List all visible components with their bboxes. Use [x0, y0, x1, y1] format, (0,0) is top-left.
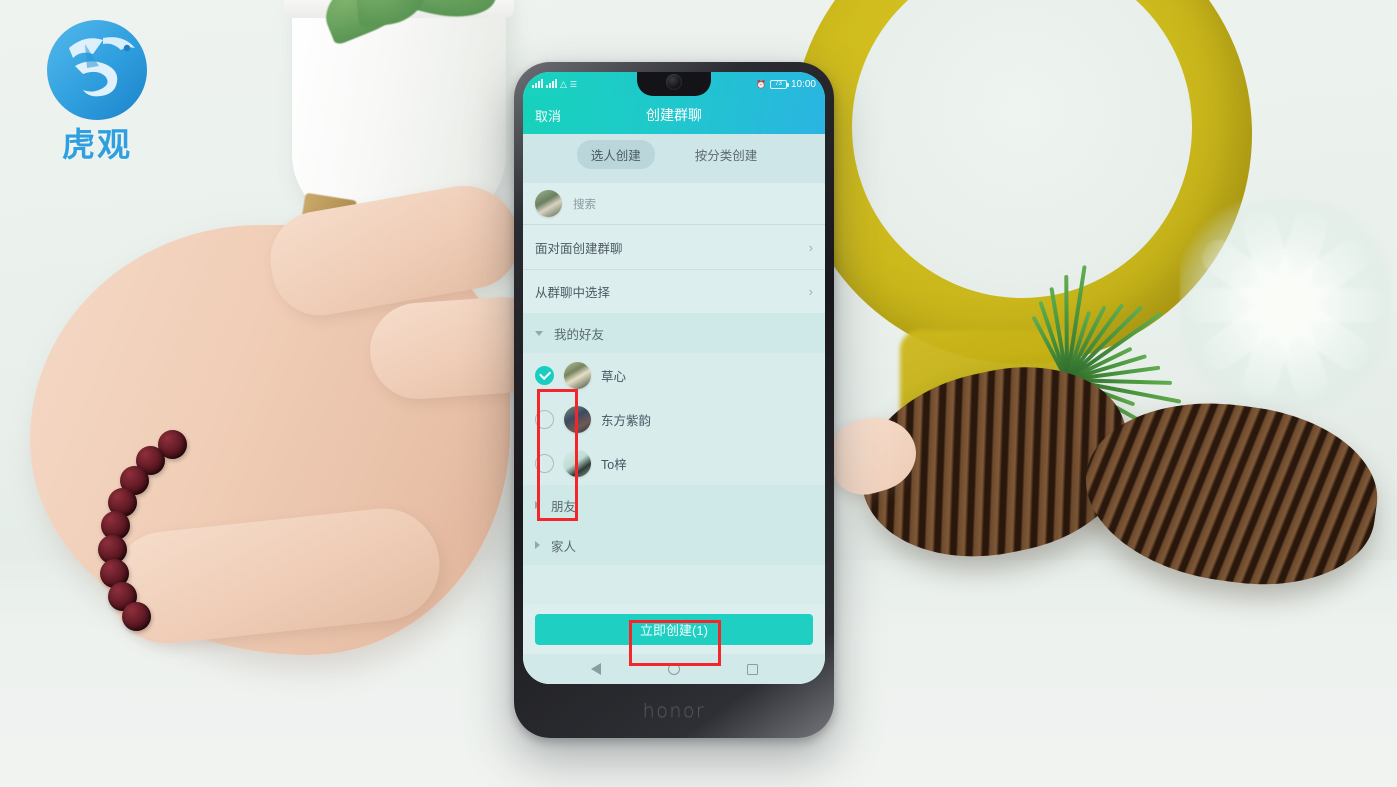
beaded-bracelet [96, 430, 246, 631]
contact-checkbox[interactable] [535, 453, 554, 473]
phone-chin: honor [514, 684, 834, 738]
cancel-button[interactable]: 取消 [535, 106, 561, 125]
contact-checkbox[interactable] [535, 409, 554, 429]
alarm-icon: ⏰ [756, 79, 766, 89]
tab-select-people[interactable]: 选人创建 [576, 139, 655, 169]
battery-level: 73 [775, 81, 782, 87]
watermark: 虎观 [32, 14, 162, 182]
contact-row[interactable]: To梓 [523, 441, 825, 485]
group-label: 我的好友 [554, 327, 605, 342]
home-icon[interactable] [667, 663, 680, 675]
action-select-from-group[interactable]: 从群聊中选择 › [523, 269, 825, 313]
page-title: 创建群聊 [646, 107, 702, 123]
avatar [564, 405, 591, 433]
status-bar-left: △ ☰ [532, 79, 577, 90]
contact-checkbox-selected[interactable] [535, 365, 554, 385]
status-clock: 10:00 [790, 78, 816, 90]
app-body: 选人创建 按分类创建 搜索 面对面创建群聊 › 从群聊中选择 › 我的好友 草心… [523, 134, 825, 684]
battery-icon: 73 [769, 79, 789, 89]
contact-name: To梓 [601, 457, 627, 472]
glitter-star-ornament [1180, 200, 1390, 410]
recents-icon[interactable] [746, 663, 758, 675]
tab-by-category[interactable]: 按分类创建 [681, 140, 772, 169]
avatar [564, 361, 591, 389]
bracelet-bead [122, 602, 151, 631]
group-header-friends[interactable]: 朋友 [523, 485, 825, 525]
contact-name: 东方紫韵 [601, 413, 652, 428]
notch [637, 72, 711, 96]
back-icon[interactable] [590, 663, 601, 675]
contact-name: 草心 [601, 369, 627, 384]
create-now-button[interactable]: 立即创建(1) [535, 614, 813, 645]
contact-row[interactable]: 东方紫韵 [523, 397, 825, 441]
tab-bar: 选人创建 按分类创建 [523, 134, 825, 174]
create-button-area: 立即创建(1) [523, 604, 825, 654]
chevron-right-icon: › [808, 239, 813, 255]
avatar [535, 190, 562, 217]
honor-brand-label: honor [642, 700, 706, 722]
action-face-to-face-create[interactable]: 面对面创建群聊 › [523, 225, 825, 269]
status-bar-right: ⏰ 73 10:00 [756, 79, 816, 90]
section-gap [523, 174, 825, 183]
tiger-circle-logo-icon [41, 14, 153, 126]
app-header: 取消 创建群聊 [523, 96, 825, 134]
group-header-my-friends[interactable]: 我的好友 [523, 313, 825, 353]
chevron-right-icon [535, 501, 540, 509]
wifi-icon: △ [560, 78, 567, 89]
chevron-down-icon [535, 330, 543, 336]
search-input[interactable]: 搜索 [523, 183, 825, 225]
contact-row[interactable]: 草心 [523, 353, 825, 397]
group-label: 朋友 [551, 499, 577, 514]
group-header-family[interactable]: 家人 [523, 525, 825, 565]
phone-screen[interactable]: △ ☰ ⏰ 73 10:00 取消 创建群聊 选人创建 按分类创建 搜索 面对面… [523, 72, 825, 684]
android-nav-bar [523, 654, 825, 684]
action-label: 从群聊中选择 [535, 286, 611, 300]
signal-bars-icon [532, 79, 543, 88]
photo-scene: △ ☰ ⏰ 73 10:00 取消 创建群聊 选人创建 按分类创建 搜索 面对面… [0, 0, 1397, 787]
avatar [564, 449, 591, 477]
watermark-brand-text: 虎观 [62, 125, 132, 164]
chevron-right-icon [535, 541, 540, 549]
chevron-right-icon: › [808, 284, 813, 299]
vibrate-icon: ☰ [569, 79, 578, 89]
action-label: 面对面创建群聊 [535, 241, 623, 256]
front-camera-icon [666, 74, 682, 90]
search-placeholder: 搜索 [573, 198, 596, 211]
phone-device: △ ☰ ⏰ 73 10:00 取消 创建群聊 选人创建 按分类创建 搜索 面对面… [514, 62, 834, 738]
group-label: 家人 [551, 539, 577, 554]
signal-bars-icon [546, 79, 557, 88]
